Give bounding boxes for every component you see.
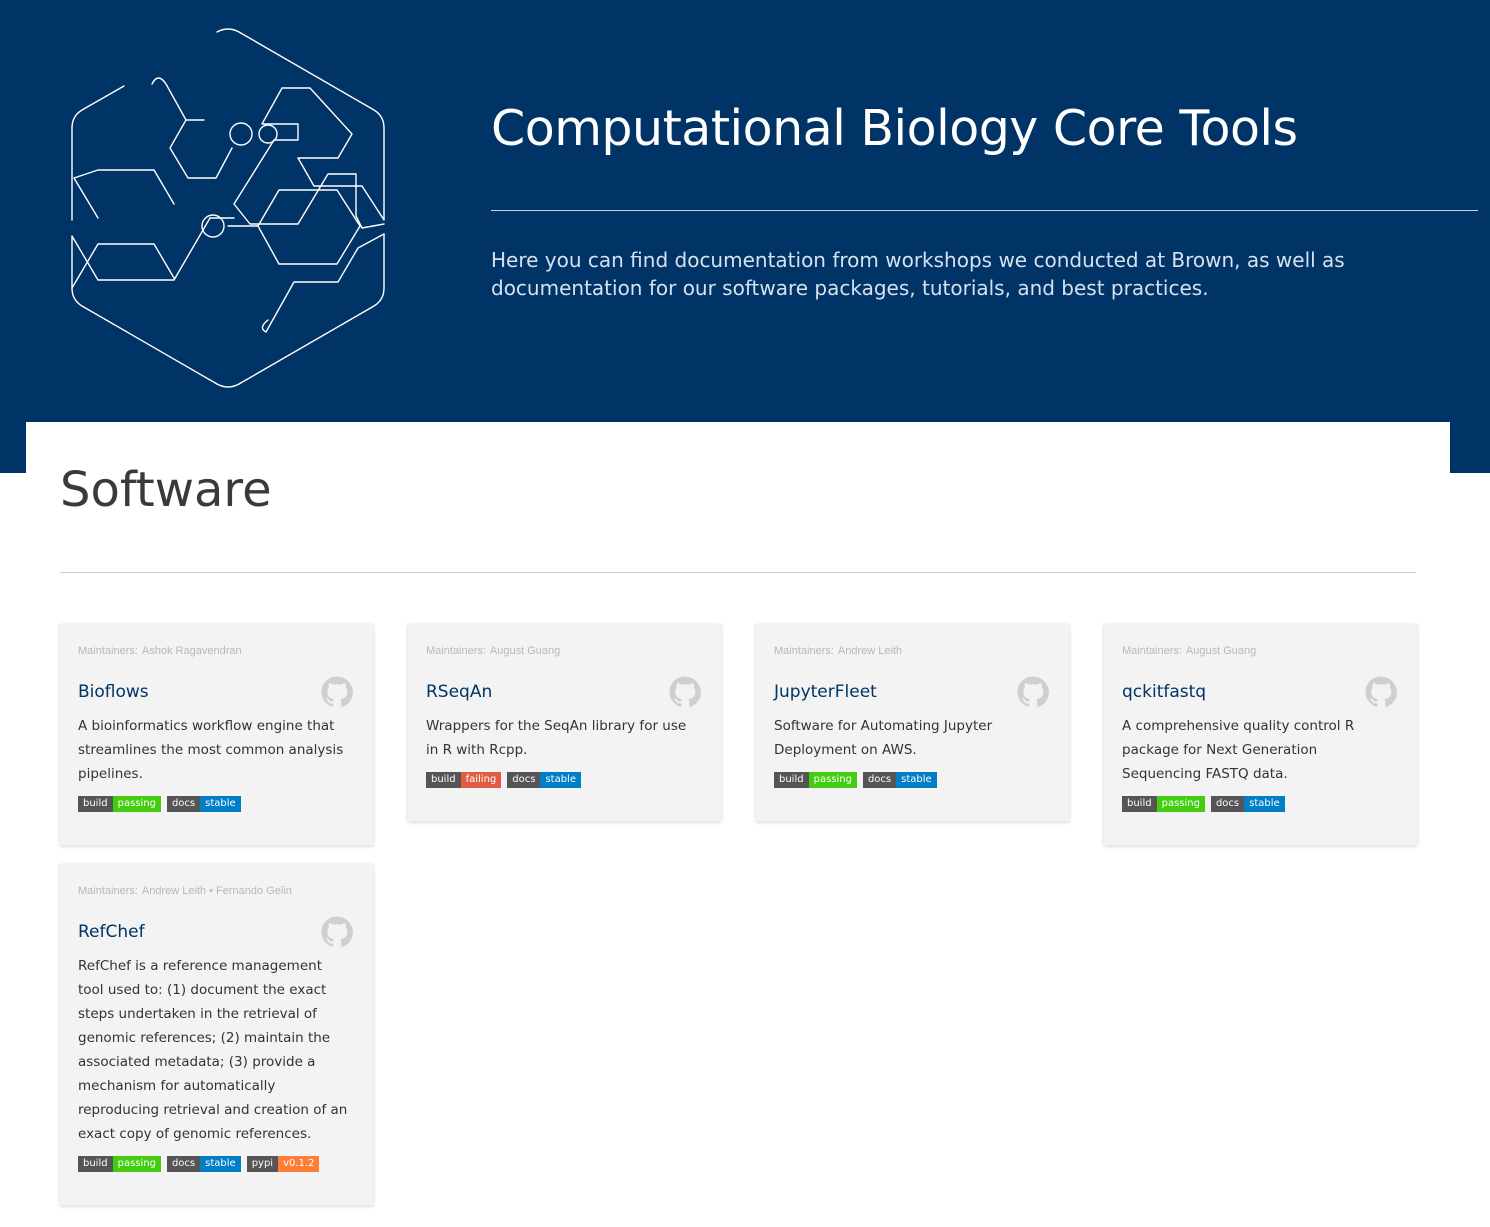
badge-label: build — [78, 796, 113, 812]
maintainer-name: Ashok Ragavendran — [141, 645, 242, 657]
docs-badge[interactable]: docs stable — [507, 772, 581, 788]
badge-value: passing — [112, 1156, 161, 1172]
badge-value: passing — [808, 772, 857, 788]
build-badge[interactable]: build failing — [426, 772, 502, 788]
software-card: Maintainers: Andrew Leith • Fernando Gelin R… — [60, 864, 373, 1205]
badge-value: passing — [112, 796, 161, 812]
badge-label: build — [774, 772, 809, 788]
badge-label: build — [1122, 796, 1157, 812]
maintainers-line: Maintainers: Andrew Leith — [774, 642, 1051, 660]
badge-label: build — [78, 1156, 113, 1172]
badge-label: pypi — [246, 1156, 279, 1172]
badge-row: build passing docs stable — [1122, 796, 1399, 812]
maintainer-name: Andrew Leith — [837, 645, 903, 657]
badge-value: stable — [1244, 796, 1285, 812]
main-content: Software Maintainers: Ashok Ragavendran Bi… — [26, 422, 1450, 1227]
maintainers-line: Maintainers: August Guang — [426, 642, 703, 660]
build-badge[interactable]: build passing — [78, 796, 161, 812]
card-description: Wrappers for the SeqAn library for use i… — [426, 718, 687, 758]
badge-row: build passing docs stable — [78, 796, 355, 812]
card-title-link[interactable]: qckitfastq — [1122, 680, 1206, 704]
github-icon[interactable] — [320, 675, 354, 709]
maintainers-label: Maintainers: — [426, 645, 486, 657]
maintainer-name: August Guang — [489, 645, 561, 657]
github-icon[interactable] — [1364, 675, 1398, 709]
docs-badge[interactable]: docs stable — [1210, 796, 1285, 812]
github-icon[interactable] — [1016, 675, 1050, 709]
software-card: Maintainers: August Guang RSeqAn Wrappers f… — [408, 624, 721, 821]
software-card: Maintainers: Ashok Ragavendran Bioflows A b… — [60, 624, 373, 845]
hero-divider — [491, 210, 1478, 211]
card-description: A comprehensive quality control R packag… — [1122, 718, 1355, 782]
badge-value: v0.1.2 — [278, 1156, 320, 1172]
badge-label: docs — [166, 796, 201, 812]
maintainers-label: Maintainers: — [78, 885, 138, 897]
badge-value: stable — [200, 1156, 241, 1172]
docs-badge[interactable]: docs stable — [166, 796, 241, 812]
badge-label: build — [426, 772, 461, 788]
card-description: A bioinformatics workflow engine that st… — [78, 718, 344, 782]
software-card: Maintainers: August Guang qckitfastq A comp… — [1104, 624, 1417, 845]
badge-value: stable — [540, 772, 581, 788]
maintainer-name: Fernando Gelin — [216, 885, 292, 897]
badge-row: build passing docs stable pypi v0.1.2 — [78, 1156, 355, 1172]
build-badge[interactable]: build passing — [1122, 796, 1205, 812]
maintainers-label: Maintainers: — [774, 645, 834, 657]
maintainers-line: Maintainers: Andrew Leith • Fernando Gelin — [78, 882, 355, 900]
card-title-link[interactable]: Bioflows — [78, 680, 149, 704]
card-description: RefChef is a reference management tool u… — [78, 958, 348, 1142]
badge-value: failing — [460, 772, 502, 788]
maintainers-line: Maintainers: August Guang — [1122, 642, 1399, 660]
card-title-link[interactable]: RefChef — [78, 920, 145, 944]
badge-value: stable — [200, 796, 241, 812]
badge-value: stable — [896, 772, 937, 788]
github-icon[interactable] — [320, 915, 354, 949]
hero-description: Here you can find documentation from wor… — [491, 248, 1345, 300]
card-title-link[interactable]: RSeqAn — [426, 680, 492, 704]
hero-banner: Computational Biology Core Tools Here yo… — [0, 0, 1490, 473]
badge-value: passing — [1156, 796, 1205, 812]
hexagon-molecule-logo-icon — [71, 28, 385, 388]
badge-row: build failing docs stable — [426, 772, 703, 788]
section-divider — [60, 572, 1416, 573]
maintainers-label: Maintainers: — [78, 645, 138, 657]
badge-label: docs — [862, 772, 897, 788]
badge-label: docs — [1210, 796, 1245, 812]
maintainer-separator: • — [209, 885, 213, 897]
build-badge[interactable]: build passing — [774, 772, 857, 788]
card-title-link[interactable]: JupyterFleet — [774, 680, 877, 704]
badge-row: build passing docs stable — [774, 772, 1051, 788]
docs-badge[interactable]: docs stable — [862, 772, 937, 788]
card-description: Software for Automating Jupyter Deployme… — [774, 718, 993, 758]
maintainer-name: August Guang — [1185, 645, 1257, 657]
software-card: Maintainers: Andrew Leith JupyterFleet Soft… — [756, 624, 1069, 821]
badge-label: docs — [166, 1156, 201, 1172]
maintainers-line: Maintainers: Ashok Ragavendran — [78, 642, 355, 660]
section-title: Software — [60, 462, 272, 518]
badge-label: docs — [507, 772, 541, 788]
maintainers-label: Maintainers: — [1122, 645, 1182, 657]
docs-badge[interactable]: docs stable — [166, 1156, 241, 1172]
pypi-badge[interactable]: pypi v0.1.2 — [246, 1156, 320, 1172]
maintainer-name: Andrew Leith — [141, 885, 207, 897]
build-badge[interactable]: build passing — [78, 1156, 161, 1172]
page-title: Computational Biology Core Tools — [491, 100, 1298, 157]
github-icon[interactable] — [668, 675, 702, 709]
